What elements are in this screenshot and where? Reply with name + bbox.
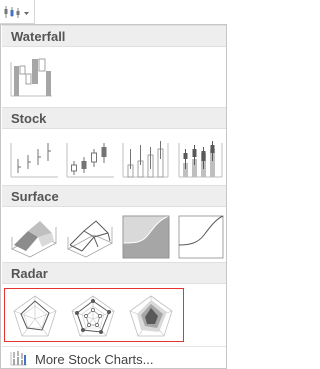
stock-chart-icon (10, 351, 27, 366)
volume-open-high-low-close-icon (178, 141, 223, 178)
waterfall-chart-option[interactable] (8, 54, 62, 104)
wireframe-contour-icon (178, 215, 224, 259)
section-header-surface: Surface (2, 185, 226, 207)
radar-with-markers-option[interactable] (67, 292, 121, 342)
section-title: Radar (11, 266, 48, 281)
filled-radar-option[interactable] (125, 292, 179, 342)
section-title: Stock (11, 111, 47, 126)
section-header-waterfall: Waterfall (2, 25, 226, 47)
radar-icon (13, 295, 57, 337)
high-low-close-icon (10, 143, 58, 178)
stock-chart-ribbon-button[interactable] (0, 0, 35, 24)
3d-surface-icon (11, 221, 57, 258)
waterfall-chart-icon (10, 58, 52, 97)
wireframe-3d-surface-option[interactable] (64, 213, 118, 263)
contour-option[interactable] (120, 213, 174, 263)
section-header-radar: Radar (2, 262, 226, 284)
3d-surface-option[interactable] (8, 213, 62, 263)
open-high-low-close-icon (66, 143, 114, 178)
stock-chart-icon (4, 6, 29, 18)
radar-option[interactable] (9, 292, 63, 342)
more-stock-charts-label: More Stock Charts... (35, 352, 154, 367)
open-high-low-close-option[interactable] (64, 135, 118, 185)
filled-radar-icon (129, 295, 173, 337)
wireframe-contour-option[interactable] (176, 213, 230, 263)
caret-down-icon (24, 12, 29, 15)
chart-type-dropdown-menu: Waterfall Stock Surface Radar More Stock… (0, 24, 227, 369)
section-title: Surface (11, 189, 59, 204)
radar-with-markers-icon (71, 295, 115, 337)
high-low-close-option[interactable] (8, 135, 62, 185)
volume-open-high-low-close-option[interactable] (176, 135, 230, 185)
section-title: Waterfall (11, 29, 66, 44)
volume-high-low-close-option[interactable] (120, 135, 174, 185)
volume-high-low-close-icon (122, 141, 169, 178)
wireframe-3d-surface-icon (67, 220, 113, 258)
more-stock-charts-link[interactable]: More Stock Charts... (2, 347, 226, 369)
contour-icon (122, 215, 170, 259)
section-header-stock: Stock (2, 107, 226, 129)
